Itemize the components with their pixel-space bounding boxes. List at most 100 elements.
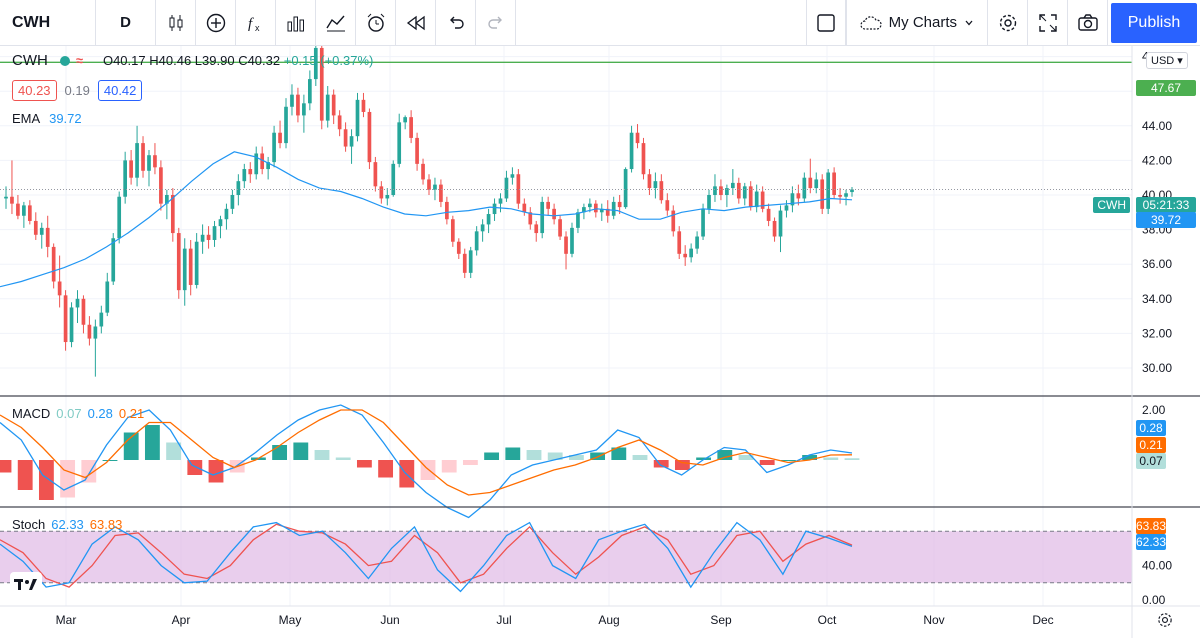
redo-button[interactable]: [476, 0, 516, 46]
candle-body: [218, 219, 223, 227]
candle-body: [337, 115, 342, 130]
ema-value: 39.72: [49, 111, 82, 126]
settings-button[interactable]: [988, 0, 1028, 46]
top-toolbar: CWH D fx My Charts Publish: [0, 0, 1200, 46]
indicators-button[interactable]: fx: [236, 0, 276, 46]
candle-body: [433, 184, 437, 190]
price-tick-label: 44.00: [1142, 119, 1172, 133]
symbol-search-button[interactable]: CWH: [0, 0, 96, 46]
time-axis-label: Nov: [923, 613, 944, 627]
time-axis-label: Dec: [1032, 613, 1053, 627]
candle-body: [659, 181, 664, 201]
candle-body: [141, 143, 145, 171]
countdown-tag: 05:21:33: [1136, 197, 1196, 213]
svg-text:x: x: [255, 23, 260, 33]
candle-body: [588, 203, 592, 208]
legend-symbol[interactable]: CWH: [12, 52, 48, 69]
candle-body: [742, 186, 747, 199]
candle-body: [534, 224, 539, 234]
candle-body: [135, 143, 139, 178]
alert-button[interactable]: [356, 0, 396, 46]
stoch-band-fill: [0, 531, 1132, 583]
function-icon: fx: [248, 16, 260, 33]
currency-button[interactable]: USD ▾: [1146, 52, 1188, 69]
candle-body: [75, 298, 80, 308]
candle-body: [653, 181, 658, 189]
stoch-d-value: 63.83: [89, 517, 123, 532]
time-axis-label: Oct: [818, 613, 837, 627]
tradingview-logo[interactable]: [10, 572, 42, 598]
chart-canvas[interactable]: 50.0048.0046.0044.0042.0040.0038.0036.00…: [0, 46, 1200, 638]
macd-bar: [632, 455, 648, 460]
interval-button[interactable]: D: [96, 0, 156, 46]
candle-body: [623, 169, 628, 208]
legend-close: C40.32: [238, 53, 281, 68]
fullscreen-toggle-button[interactable]: [805, 0, 846, 46]
candle-body: [832, 172, 836, 195]
candle-body: [564, 236, 568, 254]
alarm-clock-icon: [367, 13, 384, 32]
macd-bar: [293, 442, 309, 460]
currency-label: USD: [1151, 55, 1175, 67]
undo-button[interactable]: [436, 0, 476, 46]
candle-body: [272, 132, 276, 163]
candle-body: [719, 186, 723, 195]
candle-body: [820, 179, 825, 209]
replay-button[interactable]: [396, 0, 436, 46]
candle-body: [826, 172, 831, 209]
candle-body: [290, 94, 294, 107]
candle-body: [117, 196, 122, 239]
time-axis-label: Sep: [710, 613, 732, 627]
candle-body: [683, 253, 688, 258]
templates-button[interactable]: [316, 0, 356, 46]
candle-body: [617, 201, 622, 208]
snapshot-button[interactable]: [1068, 0, 1108, 46]
buy-button[interactable]: 40.42: [97, 80, 143, 101]
macd-bar: [441, 460, 457, 473]
candle-body: [111, 238, 116, 282]
my-charts-button[interactable]: My Charts: [845, 0, 988, 46]
chevron-down-icon: [965, 20, 973, 25]
candle-body: [492, 203, 497, 215]
stoch-legend[interactable]: Stoch 62.33 63.83: [12, 517, 122, 532]
candle-body: [379, 186, 384, 199]
price-tick-label: 30.00: [1142, 361, 1172, 375]
candle-body: [176, 233, 181, 291]
square-icon: [816, 13, 835, 32]
compare-button[interactable]: [196, 0, 236, 46]
gear-icon: [999, 14, 1016, 31]
cloud-icon: [860, 15, 882, 30]
candle-body: [677, 231, 682, 254]
ema-legend[interactable]: EMA 39.72: [12, 111, 82, 126]
candle-body: [212, 226, 217, 240]
scale-settings-button[interactable]: [1156, 611, 1174, 634]
fullscreen-button[interactable]: [1028, 0, 1068, 46]
macd-bar: [272, 445, 288, 460]
time-axis-label: Apr: [172, 613, 191, 627]
financials-button[interactable]: [276, 0, 316, 46]
symbol-legend: CWH ≈ O40.17 H40.46 L39.90 C40.32 +0.15 …: [12, 52, 373, 69]
macd-legend[interactable]: MACD 0.07 0.28 0.21: [12, 406, 144, 421]
sell-button[interactable]: 40.23: [12, 80, 57, 101]
candle-body: [188, 248, 193, 285]
time-axis-labels: Mar Apr May Jun Jul Aug Sep Oct Nov Dec: [56, 613, 1054, 627]
publish-button[interactable]: Publish: [1111, 2, 1197, 43]
candle-body: [391, 163, 396, 195]
macd-bar: [505, 447, 521, 460]
legend-low: L39.90: [194, 53, 235, 68]
chart-type-button[interactable]: [156, 0, 196, 46]
candle-body: [307, 79, 312, 104]
candle-body: [27, 205, 32, 221]
candle-body: [153, 155, 157, 168]
macd-bar: [144, 425, 160, 460]
my-charts-label: My Charts: [888, 14, 957, 31]
chart-grid: [0, 46, 1132, 606]
candle-body: [45, 227, 50, 247]
macd-bar: [526, 450, 542, 460]
candle-body: [504, 177, 509, 199]
candle-body: [236, 181, 241, 195]
macd-hist-tag: 0.07: [1136, 453, 1166, 469]
bar-chart-icon: [287, 16, 304, 31]
candle-body: [427, 179, 431, 190]
candle-body: [808, 177, 813, 189]
